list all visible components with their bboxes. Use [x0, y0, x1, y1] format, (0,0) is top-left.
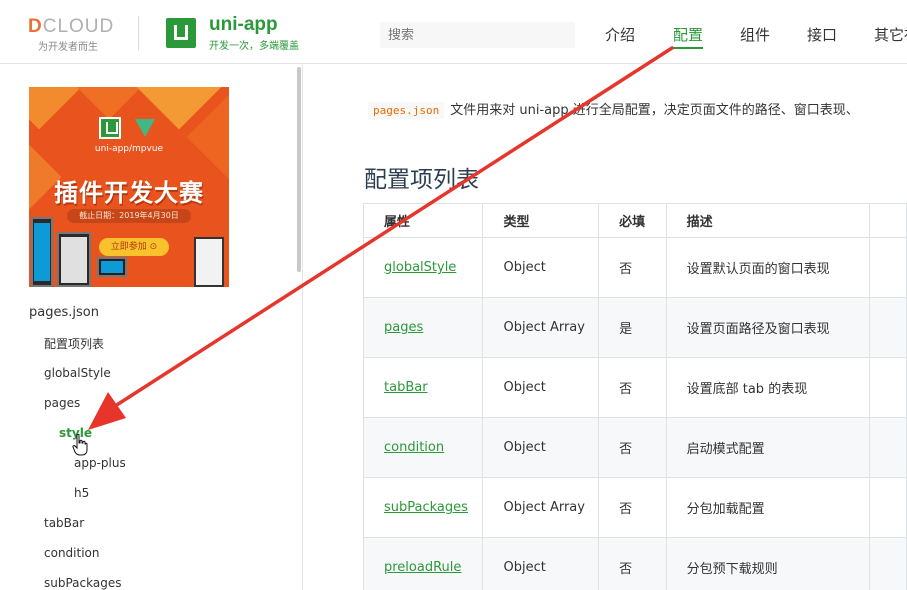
top-header: DCLOUD 为开发者而生 uni-app 开发一次，多端覆盖 介绍 配置 组件…: [0, 0, 907, 64]
hand-cursor-icon: [72, 434, 88, 456]
banner-date: 截止日期：2019年4月30日: [67, 209, 191, 223]
nav-other[interactable]: 其它社: [874, 24, 907, 45]
ereader-device-icon: [194, 237, 224, 287]
uniapp-tagline: 开发一次，多端覆盖: [209, 41, 299, 52]
description-cell: 分包加载配置: [665, 477, 870, 538]
extra-cell: [868, 537, 907, 590]
sidebar-item-subpackages[interactable]: subPackages: [44, 576, 121, 590]
property-link[interactable]: pages: [384, 320, 423, 335]
table-row: subPackages Object Array 否 分包加载配置: [362, 477, 907, 538]
description-cell: 设置默认页面的窗口表现: [665, 237, 870, 298]
property-link[interactable]: preloadRule: [384, 560, 461, 575]
description-cell: 分包预下载规则: [665, 537, 870, 590]
column-header-type: 类型: [482, 203, 600, 238]
uniapp-logo-icon: [99, 117, 121, 139]
sidebar: uni-app/mpvue 插件开发大赛 截止日期：2019年4月30日 立即参…: [0, 65, 303, 590]
type-cell: Object: [482, 417, 600, 478]
sidebar-scrollbar[interactable]: [297, 67, 301, 272]
column-header-description: 描述: [665, 203, 870, 238]
table-header-row: 属性 类型 必填 描述: [362, 203, 907, 238]
nav-intro[interactable]: 介绍: [605, 24, 635, 45]
type-cell: Object Array: [482, 297, 600, 358]
property-link[interactable]: condition: [384, 440, 444, 455]
banner-logos: [99, 117, 159, 139]
dcloud-tagline: 为开发者而生: [38, 42, 98, 53]
table-row: condition Object 否 启动模式配置: [362, 417, 907, 478]
uniapp-title[interactable]: uni-app: [209, 14, 278, 36]
tablet-device-icon: [57, 232, 91, 287]
description-cell: 启动模式配置: [665, 417, 870, 478]
sidebar-item-globalstyle[interactable]: globalStyle: [44, 366, 111, 380]
required-cell: 否: [598, 357, 667, 418]
banner-caption: uni-app/mpvue: [94, 144, 164, 154]
banner-decoration: [66, 87, 152, 120]
nav-api[interactable]: 接口: [807, 24, 837, 45]
column-header-extra: [868, 203, 907, 238]
inline-code-pages-json: pages.json: [368, 102, 445, 119]
banner-decoration: [29, 87, 82, 130]
contest-banner[interactable]: uni-app/mpvue 插件开发大赛 截止日期：2019年4月30日 立即参…: [29, 87, 229, 287]
nav-components[interactable]: 组件: [740, 24, 770, 45]
sidebar-item-config-list[interactable]: 配置项列表: [44, 335, 104, 352]
description-cell: 设置页面路径及窗口表现: [665, 297, 870, 358]
extra-cell: [868, 357, 907, 418]
property-link[interactable]: globalStyle: [384, 260, 456, 275]
property-link[interactable]: tabBar: [384, 380, 428, 395]
sidebar-item-h5[interactable]: h5: [74, 486, 89, 500]
table-row: pages Object Array 是 设置页面路径及窗口表现: [362, 297, 907, 358]
required-cell: 否: [598, 417, 667, 478]
table-row: preloadRule Object 否 分包预下载规则: [362, 537, 907, 590]
type-cell: Object: [482, 537, 600, 590]
main-content: pages.json 文件用来对 uni-app 进行全局配置，决定页面文件的路径…: [304, 65, 907, 590]
required-cell: 是: [598, 297, 667, 358]
vue-logo-icon: [135, 119, 155, 137]
column-header-property: 属性: [362, 203, 484, 238]
sidebar-item-condition[interactable]: condition: [44, 546, 99, 560]
extra-cell: [868, 297, 907, 358]
logo-divider: [138, 16, 139, 50]
property-link[interactable]: subPackages: [384, 500, 468, 515]
sidebar-item-tabbar[interactable]: tabBar: [44, 516, 84, 530]
sidebar-item-pages[interactable]: pages: [44, 396, 80, 410]
banner-join-button[interactable]: 立即参加 ⊙: [99, 238, 169, 256]
dcloud-logo[interactable]: DCLOUD 为开发者而生: [28, 16, 124, 53]
intro-paragraph: pages.json 文件用来对 uni-app 进行全局配置，决定页面文件的路径…: [368, 99, 859, 119]
search-input[interactable]: [380, 22, 575, 48]
sidebar-item-pages-json[interactable]: pages.json: [29, 305, 99, 320]
type-cell: Object Array: [482, 477, 600, 538]
laptop-device-icon: [97, 257, 127, 277]
table-row: tabBar Object 否 设置底部 tab 的表现: [362, 357, 907, 418]
required-cell: 否: [598, 237, 667, 298]
type-cell: Object: [482, 237, 600, 298]
intro-text: 文件用来对 uni-app 进行全局配置，决定页面文件的路径、窗口表现、: [450, 103, 859, 118]
banner-title: 插件开发大赛: [54, 179, 204, 207]
required-cell: 否: [598, 477, 667, 538]
dcloud-wordmark: DCLOUD: [28, 16, 115, 37]
type-cell: Object: [482, 357, 600, 418]
extra-cell: [868, 237, 907, 298]
section-title: 配置项列表: [364, 167, 479, 193]
required-cell: 否: [598, 537, 667, 590]
sidebar-item-app-plus[interactable]: app-plus: [74, 456, 126, 470]
column-header-required: 必填: [598, 203, 667, 238]
uniapp-logo-icon[interactable]: [166, 18, 196, 48]
description-cell: 设置底部 tab 的表现: [665, 357, 870, 418]
nav-config[interactable]: 配置: [673, 24, 704, 49]
table-row: globalStyle Object 否 设置默认页面的窗口表现: [362, 237, 907, 298]
extra-cell: [868, 417, 907, 478]
extra-cell: [868, 477, 907, 538]
phone-device-icon: [31, 217, 53, 287]
config-table: 属性 类型 必填 描述 globalStyle Object 否 设置默认页面的…: [362, 203, 907, 590]
